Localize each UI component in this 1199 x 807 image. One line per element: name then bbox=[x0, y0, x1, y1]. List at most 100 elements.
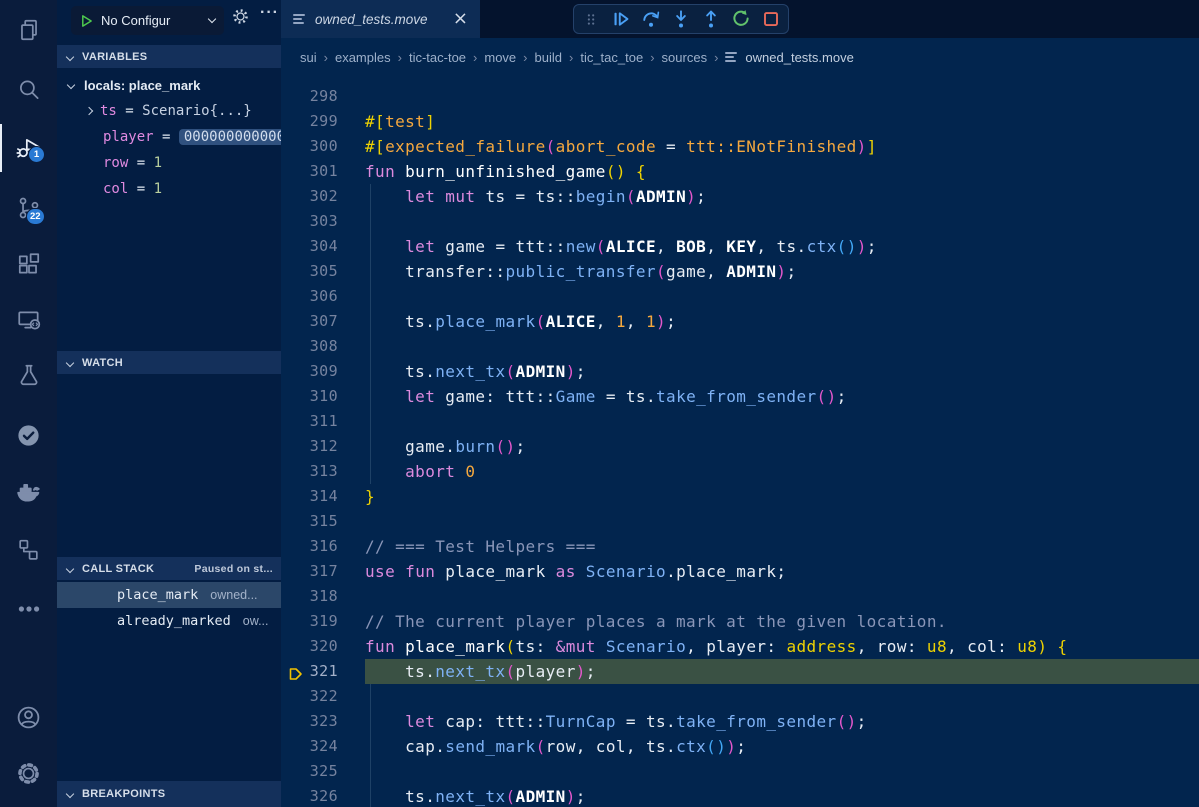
line-number-310[interactable]: 310 bbox=[281, 384, 365, 409]
code-line-content[interactable] bbox=[365, 284, 1199, 309]
code-line-content[interactable]: game.burn(); bbox=[365, 434, 1199, 459]
stop-button[interactable] bbox=[761, 9, 781, 29]
account-icon[interactable] bbox=[0, 691, 57, 743]
code-line-content[interactable]: #[test] bbox=[365, 109, 1199, 134]
code-line-content[interactable]: cap.send_mark(row, col, ts.ctx()); bbox=[365, 734, 1199, 759]
line-number-305[interactable]: 305 bbox=[281, 259, 365, 284]
toolbar-drag-handle[interactable] bbox=[581, 9, 601, 29]
tab-owned-tests-move[interactable]: owned_tests.move × bbox=[281, 0, 480, 38]
breadcrumb-item-examples[interactable]: examples bbox=[335, 50, 391, 65]
line-number-321[interactable]: 321 bbox=[281, 659, 365, 684]
code-line-content[interactable] bbox=[365, 509, 1199, 534]
code-line-content[interactable] bbox=[365, 209, 1199, 234]
line-number-318[interactable]: 318 bbox=[281, 584, 365, 609]
step-over-button[interactable] bbox=[641, 9, 661, 29]
outline-symbols-icon[interactable] bbox=[0, 523, 57, 575]
watch-section-header[interactable]: WATCH bbox=[57, 351, 281, 374]
variables-section-header[interactable]: VARIABLES bbox=[57, 45, 281, 68]
line-number-308[interactable]: 308 bbox=[281, 334, 365, 359]
docker-icon[interactable] bbox=[0, 464, 57, 516]
breadcrumb-item-tic_tac_toe[interactable]: tic_tac_toe bbox=[580, 50, 643, 65]
code-line-content[interactable]: ts.next_tx(ADMIN); bbox=[365, 784, 1199, 807]
debug-more-actions-icon[interactable]: ··· bbox=[260, 4, 279, 22]
code-line-content[interactable] bbox=[365, 584, 1199, 609]
breadcrumb-item-sources[interactable]: sources bbox=[662, 50, 708, 65]
breadcrumb-item-sui[interactable]: sui bbox=[300, 50, 317, 65]
line-number-320[interactable]: 320 bbox=[281, 634, 365, 659]
code-editor[interactable]: 298299#[test]300#[expected_failure(abort… bbox=[281, 76, 1199, 807]
call-stack-section-header[interactable]: CALL STACK Paused on st... bbox=[57, 557, 281, 580]
line-number-316[interactable]: 316 bbox=[281, 534, 365, 559]
code-line-content[interactable] bbox=[365, 334, 1199, 359]
line-number-326[interactable]: 326 bbox=[281, 784, 365, 807]
start-debug-icon[interactable] bbox=[80, 14, 93, 28]
launch-config-dropdown[interactable]: No Configur bbox=[71, 6, 224, 35]
line-number-298[interactable]: 298 bbox=[281, 84, 365, 109]
line-number-314[interactable]: 314 bbox=[281, 484, 365, 509]
variables-scope-row[interactable]: locals: place_mark bbox=[57, 72, 281, 98]
code-line-content[interactable]: // === Test Helpers === bbox=[365, 534, 1199, 559]
code-line-content[interactable]: let game = ttt::new(ALICE, BOB, KEY, ts.… bbox=[365, 234, 1199, 259]
stack-frame-already_marked[interactable]: already_markedow... bbox=[57, 608, 281, 634]
line-number-319[interactable]: 319 bbox=[281, 609, 365, 634]
code-line-content[interactable]: use fun place_mark as Scenario.place_mar… bbox=[365, 559, 1199, 584]
breadcrumb-file[interactable]: owned_tests.move bbox=[725, 50, 853, 65]
remote-explorer-icon[interactable] bbox=[0, 294, 57, 346]
code-line-content[interactable]: let cap: ttt::TurnCap = ts.take_from_sen… bbox=[365, 709, 1199, 734]
line-number-303[interactable]: 303 bbox=[281, 209, 365, 234]
line-number-302[interactable]: 302 bbox=[281, 184, 365, 209]
continue-button[interactable] bbox=[611, 9, 631, 29]
search-icon[interactable] bbox=[0, 64, 57, 116]
stack-frame-place_mark[interactable]: place_markowned... bbox=[57, 582, 281, 608]
breadcrumb-item-tic-tac-toe[interactable]: tic-tac-toe bbox=[409, 50, 466, 65]
run-and-debug-icon[interactable]: 1 bbox=[0, 122, 57, 174]
restart-button[interactable] bbox=[731, 9, 751, 29]
variable-col[interactable]: col = 1 bbox=[57, 176, 281, 202]
breakpoints-section-header[interactable]: BREAKPOINTS bbox=[57, 781, 281, 807]
testing-beaker-icon[interactable] bbox=[0, 349, 57, 401]
line-number-300[interactable]: 300 bbox=[281, 134, 365, 159]
code-line-content[interactable]: let game: ttt::Game = ts.take_from_sende… bbox=[365, 384, 1199, 409]
code-line-content[interactable]: // The current player places a mark at t… bbox=[365, 609, 1199, 634]
line-number-307[interactable]: 307 bbox=[281, 309, 365, 334]
breadcrumb-item-move[interactable]: move bbox=[484, 50, 516, 65]
step-into-button[interactable] bbox=[671, 9, 691, 29]
line-number-304[interactable]: 304 bbox=[281, 234, 365, 259]
code-line-content[interactable]: ts.next_tx(player); bbox=[365, 659, 1199, 684]
explorer-icon[interactable] bbox=[0, 4, 57, 56]
code-line-content[interactable] bbox=[365, 84, 1199, 109]
extensions-icon[interactable] bbox=[0, 238, 57, 290]
line-number-324[interactable]: 324 bbox=[281, 734, 365, 759]
line-number-325[interactable]: 325 bbox=[281, 759, 365, 784]
code-line-content[interactable]: } bbox=[365, 484, 1199, 509]
code-line-content[interactable]: let mut ts = ts::begin(ADMIN); bbox=[365, 184, 1199, 209]
code-line-content[interactable]: fun place_mark(ts: &mut Scenario, player… bbox=[365, 634, 1199, 659]
settings-gear-icon[interactable] bbox=[0, 747, 57, 799]
source-control-icon[interactable]: 22 bbox=[0, 182, 57, 234]
variable-row[interactable]: row = 1 bbox=[57, 150, 281, 176]
breadcrumb-item-build[interactable]: build bbox=[535, 50, 562, 65]
more-views-icon[interactable] bbox=[0, 583, 57, 635]
code-line-content[interactable]: transfer::public_transfer(game, ADMIN); bbox=[365, 259, 1199, 284]
line-number-311[interactable]: 311 bbox=[281, 409, 365, 434]
code-line-content[interactable]: ts.place_mark(ALICE, 1, 1); bbox=[365, 309, 1199, 334]
line-number-299[interactable]: 299 bbox=[281, 109, 365, 134]
line-number-323[interactable]: 323 bbox=[281, 709, 365, 734]
code-line-content[interactable]: ts.next_tx(ADMIN); bbox=[365, 359, 1199, 384]
variable-ts[interactable]: ts = Scenario{...} bbox=[57, 98, 281, 124]
line-number-322[interactable]: 322 bbox=[281, 684, 365, 709]
step-out-button[interactable] bbox=[701, 9, 721, 29]
code-line-content[interactable]: fun burn_unfinished_game() { bbox=[365, 159, 1199, 184]
code-line-content[interactable]: #[expected_failure(abort_code = ttt::ENo… bbox=[365, 134, 1199, 159]
line-number-317[interactable]: 317 bbox=[281, 559, 365, 584]
line-number-309[interactable]: 309 bbox=[281, 359, 365, 384]
line-number-315[interactable]: 315 bbox=[281, 509, 365, 534]
code-line-content[interactable] bbox=[365, 684, 1199, 709]
line-number-301[interactable]: 301 bbox=[281, 159, 365, 184]
code-line-content[interactable] bbox=[365, 759, 1199, 784]
code-line-content[interactable] bbox=[365, 409, 1199, 434]
checks-icon[interactable] bbox=[0, 409, 57, 461]
line-number-306[interactable]: 306 bbox=[281, 284, 365, 309]
debug-settings-gear-icon[interactable] bbox=[231, 7, 250, 31]
line-number-312[interactable]: 312 bbox=[281, 434, 365, 459]
